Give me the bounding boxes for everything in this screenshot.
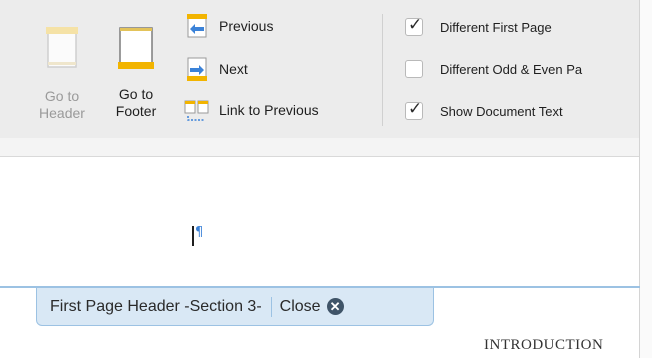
option-different-odd-even[interactable]: Different Odd & Even Pa: [405, 56, 582, 82]
insertion-caret: [192, 226, 194, 246]
link-to-previous-icon: [184, 100, 209, 121]
checkmark-icon: ✓: [408, 15, 423, 34]
go-to-header-button[interactable]: Go to Header: [34, 22, 90, 130]
window-right-edge: [639, 0, 652, 358]
different-odd-even-label: Different Odd & Even Pa: [440, 61, 583, 77]
previous-label: Previous: [219, 18, 274, 34]
go-to-header-label-line1: Go to: [44, 88, 80, 104]
different-odd-even-checkbox[interactable]: [405, 60, 423, 78]
show-document-text-label: Show Document Text: [440, 103, 563, 119]
different-first-page-checkbox[interactable]: ✓: [405, 15, 423, 36]
header-section-tab: First Page Header -Section 3- Close ✕: [36, 288, 434, 326]
paragraph-mark: ¶: [195, 225, 204, 240]
header-doc-icon: [46, 27, 78, 68]
close-header-button[interactable]: Close ✕: [280, 298, 344, 316]
document-heading: INTRODUCTION: [484, 337, 604, 353]
checkmark-icon: ✓: [408, 99, 423, 118]
ribbon-bottom-bar: [0, 138, 640, 157]
header-tab-title: First Page Header -Section 3-: [50, 297, 262, 315]
close-circle-icon[interactable]: ✕: [326, 298, 344, 315]
show-document-text-checkbox[interactable]: ✓: [405, 99, 423, 120]
link-to-previous-button[interactable]: Link to Previous: [184, 96, 319, 124]
next-label: Next: [219, 61, 248, 77]
link-to-previous-label: Link to Previous: [219, 102, 319, 118]
previous-button[interactable]: Previous: [184, 12, 273, 40]
next-section-icon: [187, 57, 207, 81]
option-different-first-page[interactable]: ✓ Different First Page: [405, 14, 552, 40]
different-first-page-label: Different First Page: [440, 19, 552, 35]
option-show-document-text[interactable]: ✓ Show Document Text: [405, 98, 563, 124]
previous-section-icon: [187, 14, 207, 38]
go-to-footer-button[interactable]: Go to Footer: [108, 22, 164, 130]
go-to-footer-label-line2: Footer: [115, 103, 157, 119]
next-button[interactable]: Next: [184, 55, 248, 83]
close-header-label: Close: [279, 297, 321, 315]
go-to-header-label-line2: Header: [39, 105, 85, 121]
ribbon-separator: [382, 14, 383, 126]
footer-doc-icon: [118, 27, 154, 69]
header-tab-divider: [270, 296, 272, 317]
go-to-footer-label-line1: Go to: [118, 86, 154, 102]
